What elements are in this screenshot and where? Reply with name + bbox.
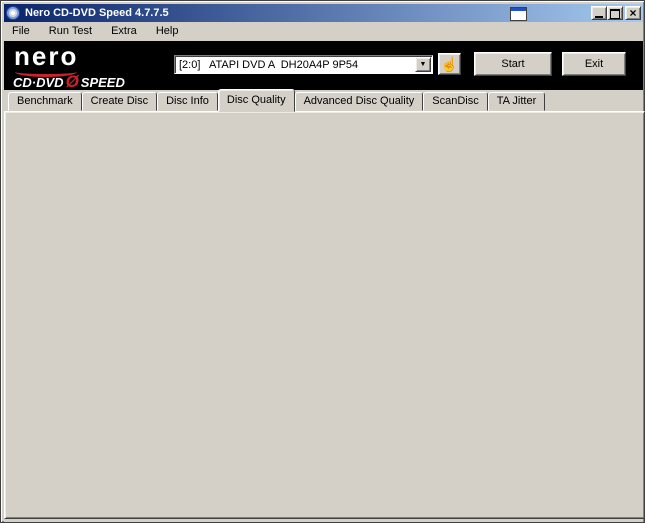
maximize-icon	[610, 9, 620, 19]
header: nero CD·DVD Ø SPEED [2:0] ATAPI DVD A DH…	[4, 41, 643, 91]
minimize-icon	[595, 16, 603, 18]
window-badge-icon	[510, 7, 527, 21]
menu-run-test[interactable]: Run Test	[41, 22, 100, 41]
exit-button[interactable]: Exit	[562, 52, 626, 76]
tab-advanced-disc-quality[interactable]: Advanced Disc Quality	[294, 92, 424, 111]
logo-cddvd-text: CD·DVD	[13, 74, 64, 90]
menubar: File Run Test Extra Help	[4, 22, 643, 41]
tab-disc-info[interactable]: Disc Info	[157, 92, 218, 111]
close-button[interactable]: ×	[625, 6, 641, 20]
maximize-button[interactable]	[607, 6, 623, 20]
select-drive-button[interactable]: ☝	[438, 53, 461, 75]
tab-create-disc[interactable]: Create Disc	[81, 92, 158, 111]
drive-select-arrow-button[interactable]: ▼	[415, 57, 431, 72]
menu-extra[interactable]: Extra	[103, 22, 145, 41]
chevron-down-icon: ▼	[419, 61, 427, 68]
logo-speed-text: SPEED	[80, 74, 125, 90]
disc-quality-page	[4, 111, 645, 519]
tab-ta-jitter[interactable]: TA Jitter	[487, 92, 546, 111]
window-title: Nero CD-DVD Speed 4.7.7.5	[25, 7, 169, 19]
window-badge-titlebar	[511, 8, 526, 11]
menu-help[interactable]: Help	[148, 22, 187, 41]
tab-scandisc[interactable]: ScanDisc	[423, 92, 488, 111]
hand-icon: ☝	[440, 56, 459, 72]
titlebar: Nero CD-DVD Speed 4.7.7.5 ×	[4, 4, 643, 22]
drive-select-value: [2:0] ATAPI DVD A DH20A4P 9P54	[179, 59, 359, 71]
tab-disc-quality[interactable]: Disc Quality	[217, 89, 295, 112]
menu-file[interactable]: File	[4, 22, 38, 41]
logo-disc-icon: Ø	[65, 72, 79, 91]
minimize-button[interactable]	[591, 6, 607, 20]
start-button[interactable]: Start	[474, 52, 552, 76]
tab-benchmark[interactable]: Benchmark	[8, 92, 82, 111]
app-window: Nero CD-DVD Speed 4.7.7.5 × File Run Tes…	[0, 0, 645, 523]
nero-app-icon	[6, 6, 20, 20]
tabstrip: Benchmark Create Disc Disc Info Disc Qua…	[8, 89, 546, 112]
drive-select[interactable]: [2:0] ATAPI DVD A DH20A4P 9P54 ▼	[174, 55, 433, 74]
